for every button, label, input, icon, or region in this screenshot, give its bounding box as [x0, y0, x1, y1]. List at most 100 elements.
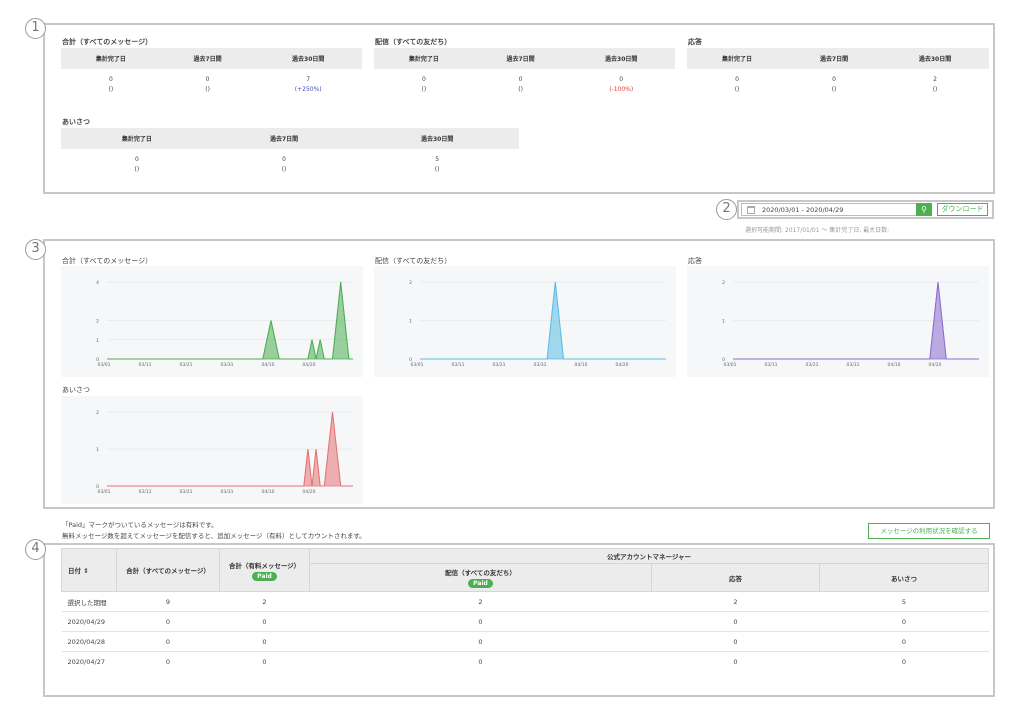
- cell: 5: [819, 591, 989, 612]
- paid-info-line1: 「Paid」マークがついているメッセージは有料です。: [62, 521, 218, 529]
- search-icon: ⚲: [921, 205, 927, 214]
- change: (): [734, 86, 740, 93]
- x-tick-label: 04/10: [888, 362, 901, 368]
- chart-background: [61, 266, 363, 377]
- date-range-input[interactable]: 2020/03/01 - 2020/04/29: [741, 203, 932, 216]
- x-tick-label: 03/11: [452, 362, 465, 368]
- y-tick-label: 2: [96, 319, 99, 325]
- change: (): [108, 86, 114, 93]
- chart-broadcast: 01203/01 03/11 03/21 03/31 04/10 04/20: [374, 266, 676, 377]
- change: (): [205, 86, 210, 93]
- y-tick-label: 2: [409, 280, 412, 286]
- chart-reply: 01203/01 03/11 03/21 03/31 04/10 04/20: [687, 266, 989, 377]
- col-header: 集計完了日: [687, 48, 788, 69]
- value: 0: [518, 76, 523, 83]
- x-tick-label: 03/11: [765, 362, 778, 368]
- col-header: 集計完了日: [374, 48, 474, 69]
- chart-title-greeting: あいさつ: [62, 386, 90, 394]
- y-tick-label: 1: [96, 447, 99, 453]
- paid-badge: Paid: [468, 579, 493, 588]
- y-tick-label: 1: [722, 319, 725, 325]
- change-negative: (-100%): [609, 86, 634, 93]
- summary-table-greeting: 集計完了日 過去7日間 過去30日間 0 () 0 () 5 (): [61, 128, 519, 185]
- y-tick-label: 4: [96, 280, 99, 286]
- col-header: 過去7日間: [160, 48, 255, 69]
- col-header: 過去7日間: [787, 48, 882, 69]
- table-viewport: 日付 ⇕ 合計（すべてのメッセージ） 合計（有料メッセージ） Paid 公式アカウ…: [61, 548, 989, 668]
- cell: 0: [219, 611, 310, 632]
- x-tick-label: 03/21: [180, 489, 193, 495]
- value: 5: [435, 156, 440, 163]
- chart-total: 012403/01 03/11 03/21 03/31 04/10 04/20: [61, 266, 363, 377]
- x-tick-label: 03/11: [139, 489, 152, 495]
- x-tick-label: 03/01: [411, 362, 424, 368]
- col-header: 過去30日間: [567, 48, 675, 69]
- header-date[interactable]: 日付 ⇕: [61, 548, 117, 592]
- search-button[interactable]: ⚲: [916, 203, 932, 216]
- download-button[interactable]: ダウンロード: [937, 203, 988, 216]
- cell: 2: [651, 591, 820, 612]
- header-paid-total-label: 合計（有料メッセージ）: [228, 561, 301, 570]
- x-tick-label: 04/20: [303, 489, 316, 495]
- chart-greeting: 01203/01 03/11 03/21 03/31 04/10 04/20: [61, 396, 363, 504]
- change: (): [134, 166, 140, 173]
- cell-date[interactable]: 選択した期間: [61, 591, 117, 612]
- chart-title-reply: 応答: [688, 257, 702, 265]
- cell: 0: [819, 651, 989, 668]
- col-header: 過去7日間: [473, 48, 568, 69]
- section-marker-3: 3: [25, 239, 46, 260]
- cell: 0: [309, 651, 652, 668]
- stats-table: 日付 ⇕ 合計（すべてのメッセージ） 合計（有料メッセージ） Paid 公式アカウ…: [61, 548, 989, 668]
- value: 2: [933, 76, 937, 83]
- x-tick-label: 03/31: [221, 489, 234, 495]
- x-tick-label: 03/31: [221, 362, 234, 368]
- y-tick-label: 2: [96, 410, 99, 416]
- x-tick-label: 03/31: [534, 362, 547, 368]
- header-broadcast: 配信（すべての友だち） Paid: [309, 563, 652, 592]
- cell: 0: [651, 631, 820, 652]
- table-row: 選択した期間 9 2 2 2 5: [61, 591, 989, 612]
- chart-background: [687, 266, 989, 377]
- value: 0: [832, 76, 836, 83]
- selectable-period-note: 選択可能期間: 2017/01/01 〜 集計完了日, 最大日数:: [745, 227, 890, 234]
- section-marker-2: 2: [716, 199, 737, 220]
- x-tick-label: 04/10: [575, 362, 588, 368]
- cell: 0: [116, 651, 220, 668]
- check-usage-button[interactable]: メッセージの利用状況を確認する: [868, 523, 990, 539]
- change: (): [518, 86, 523, 93]
- cell: 0: [309, 631, 652, 652]
- x-tick-label: 03/11: [139, 362, 152, 368]
- x-tick-label: 03/21: [806, 362, 819, 368]
- header-group-manager: 公式アカウントマネージャー: [309, 548, 989, 564]
- cell: 0: [651, 651, 820, 668]
- change-positive: (+250%): [294, 86, 322, 93]
- cell: 0: [819, 631, 989, 652]
- value: 0: [134, 156, 139, 163]
- date-range-value: 2020/03/01 - 2020/04/29: [762, 206, 844, 214]
- header-total: 合計（すべてのメッセージ）: [116, 548, 220, 592]
- x-tick-label: 04/20: [929, 362, 942, 368]
- col-header: 過去30日間: [254, 48, 362, 69]
- paid-info-line2: 無料メッセージ数を超えてメッセージを配信すると、追加メッセージ（有料）としてカウ…: [62, 532, 366, 540]
- change: (): [421, 86, 427, 93]
- value: 0: [421, 76, 426, 83]
- y-tick-label: 1: [96, 338, 99, 344]
- section-marker-4: 4: [25, 539, 46, 560]
- change: (): [434, 166, 440, 173]
- col-header: 過去7日間: [212, 128, 356, 149]
- section-marker-1: 1: [25, 18, 46, 39]
- summary-table-reply: 集計完了日 過去7日間 過去30日間 0 () 0 () 2 (): [687, 48, 989, 105]
- cell: 2: [219, 591, 310, 612]
- cell: 0: [219, 651, 310, 668]
- cell: 9: [116, 591, 220, 612]
- value: 0: [282, 156, 286, 163]
- cell: 0: [116, 611, 220, 632]
- x-tick-label: 03/01: [98, 362, 111, 368]
- summary-title-total: 合計（すべてのメッセージ）: [62, 38, 153, 46]
- y-tick-label: 2: [722, 280, 725, 286]
- value: 7: [306, 76, 311, 83]
- table-row: 2020/04/28 0 0 0 0 0: [61, 631, 989, 652]
- change: (): [831, 86, 837, 93]
- header-date-label: 日付 ⇕: [68, 567, 89, 575]
- col-header: 集計完了日: [61, 128, 213, 149]
